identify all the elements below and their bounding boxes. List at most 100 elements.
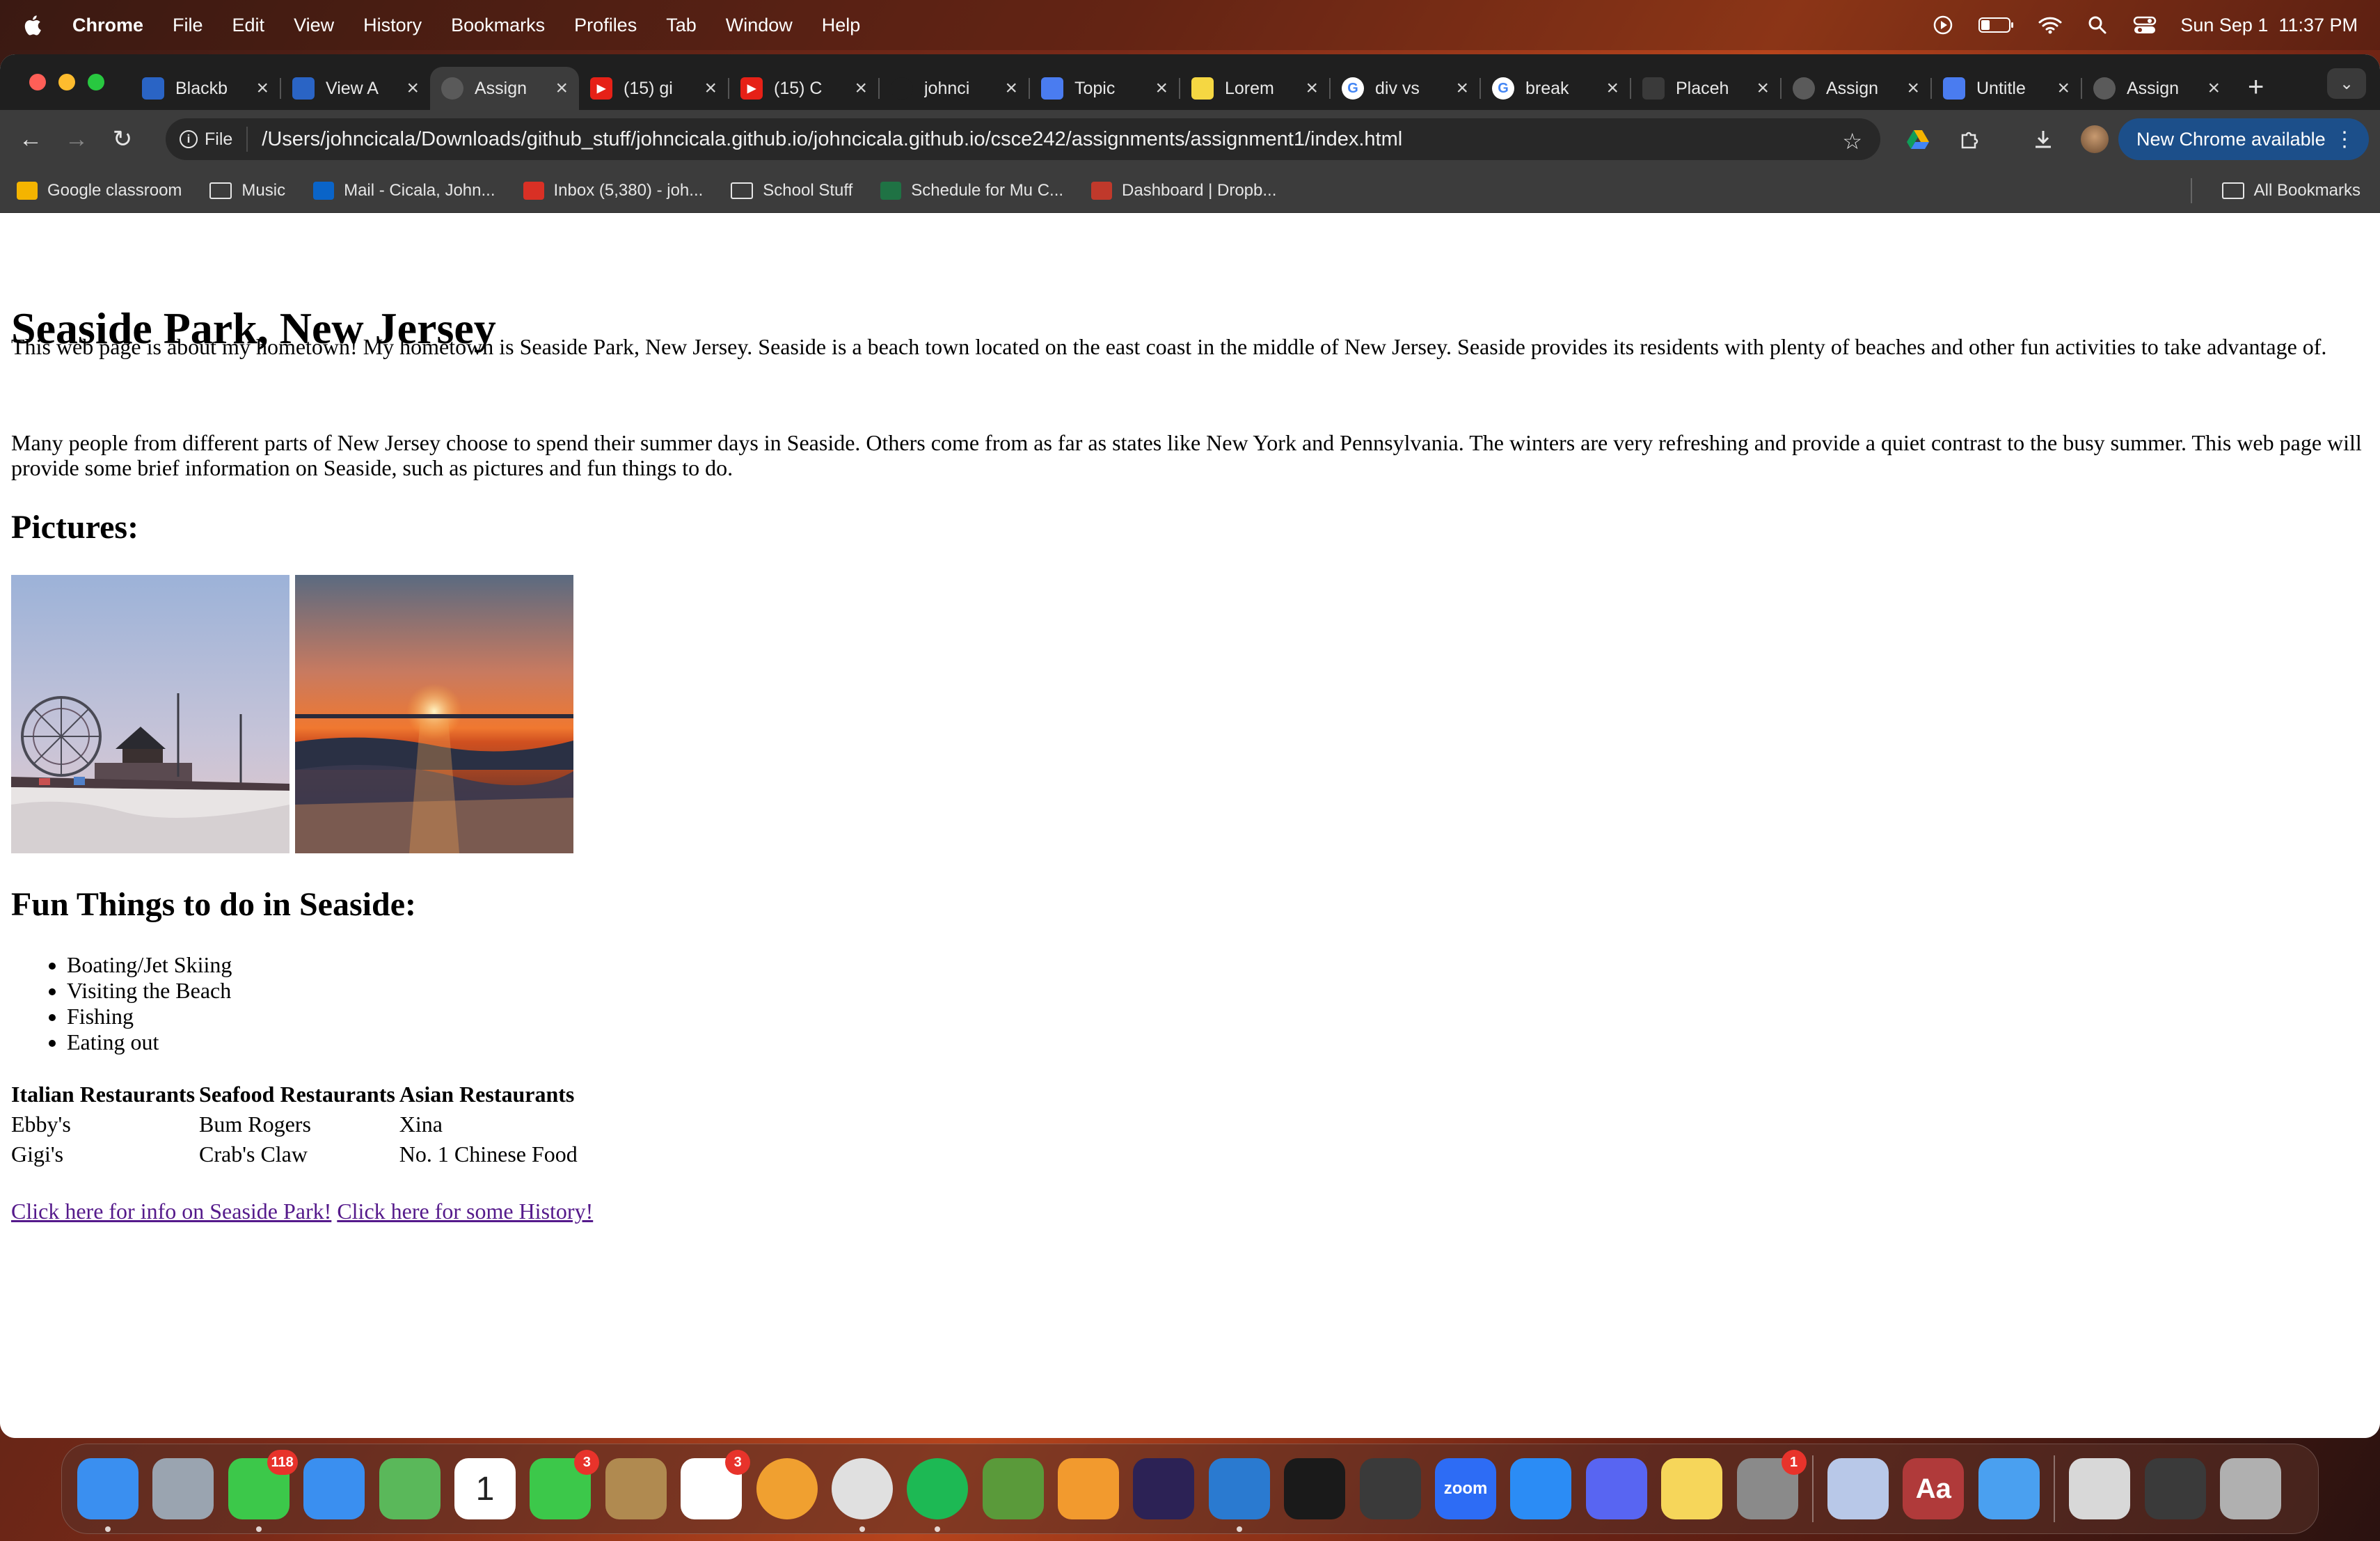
profile-avatar[interactable] (2079, 124, 2110, 155)
facetime-icon[interactable]: 3 (530, 1450, 600, 1519)
play-circle-icon[interactable] (1931, 15, 1955, 35)
bookmark-item[interactable]: Dashboard | Dropb... (1091, 181, 1276, 200)
address-bar[interactable]: i File /Users/johncicala/Downloads/githu… (166, 118, 1880, 160)
extensions-puzzle-icon[interactable] (1954, 124, 1985, 155)
browser-tab[interactable]: Placeh × (1631, 67, 1780, 110)
reminders-icon[interactable]: 3 (681, 1450, 751, 1519)
close-tab-icon[interactable]: × (1606, 77, 1619, 100)
browser-tab[interactable]: Untitle × (1932, 67, 2081, 110)
battery-icon[interactable] (1978, 15, 2015, 35)
menu-file[interactable]: File (173, 15, 203, 36)
spotlight-search-icon[interactable] (2086, 15, 2109, 35)
launchpad-icon[interactable] (152, 1458, 214, 1519)
browser-tab[interactable]: Assign × (2082, 67, 2231, 110)
preview-icon[interactable] (1827, 1458, 1889, 1519)
bookmark-item[interactable]: Music (209, 181, 285, 200)
close-tab-icon[interactable]: × (2207, 77, 2220, 100)
tab-search-button[interactable]: ⌄ (2327, 68, 2366, 99)
mail-icon[interactable] (303, 1458, 365, 1519)
close-tab-icon[interactable]: × (1306, 77, 1318, 100)
site-info-chip[interactable]: i File (180, 127, 248, 152)
browser-tab[interactable]: View A × (281, 67, 430, 110)
menu-tab[interactable]: Tab (666, 15, 697, 36)
close-tab-icon[interactable]: × (1005, 77, 1017, 100)
close-tab-icon[interactable]: × (1907, 77, 1919, 100)
browser-tab[interactable]: Assign × (1782, 67, 1930, 110)
eclipse-icon[interactable] (1133, 1458, 1195, 1519)
finder-icon[interactable] (77, 1458, 138, 1532)
downloads-icon[interactable] (2028, 124, 2058, 155)
forward-button[interactable]: → (61, 124, 92, 155)
browser-tab[interactable]: Assign × (430, 67, 579, 110)
browser-tab[interactable]: Topic × (1030, 67, 1179, 110)
spotify-icon[interactable] (907, 1458, 969, 1532)
menu-help[interactable]: Help (822, 15, 861, 36)
zoom-window-button[interactable] (88, 74, 104, 90)
menu-view[interactable]: View (294, 15, 334, 36)
browser-tab[interactable]: johnci × (880, 67, 1029, 110)
vscode-icon[interactable] (1208, 1458, 1270, 1532)
history-link[interactable]: Click here for some History! (337, 1199, 593, 1224)
game-icon[interactable] (982, 1458, 1044, 1519)
seaside-info-link[interactable]: Click here for info on Seaside Park! (11, 1199, 331, 1224)
control-center-icon[interactable] (2133, 15, 2157, 35)
bookmark-star-icon[interactable]: ☆ (1842, 128, 1862, 155)
back-button[interactable]: ← (15, 124, 46, 155)
minimize-window-button[interactable] (58, 74, 75, 90)
reload-button[interactable]: ↻ (107, 124, 138, 155)
browser-tab[interactable]: Lorem × (1180, 67, 1329, 110)
apple-icon[interactable] (22, 14, 42, 36)
menu-bookmarks[interactable]: Bookmarks (451, 15, 545, 36)
url-text[interactable]: /Users/johncicala/Downloads/github_stuff… (262, 128, 1402, 151)
close-tab-icon[interactable]: × (2057, 77, 2070, 100)
close-tab-icon[interactable]: × (406, 77, 419, 100)
chess-icon[interactable] (1359, 1458, 1421, 1519)
menu-history[interactable]: History (363, 15, 422, 36)
app-store-icon[interactable] (1510, 1458, 1572, 1519)
bookmark-item[interactable]: Inbox (5,380) - joh... (523, 181, 703, 200)
close-window-button[interactable] (29, 74, 46, 90)
browser-tab[interactable]: Blackb × (131, 67, 280, 110)
photos-icon[interactable] (756, 1458, 818, 1519)
all-bookmarks-button[interactable]: All Bookmarks (2221, 181, 2361, 200)
weather-icon[interactable] (1978, 1458, 2040, 1519)
bookmark-item[interactable]: School Stuff (731, 181, 852, 200)
close-tab-icon[interactable]: × (1456, 77, 1468, 100)
menu-window[interactable]: Window (726, 15, 793, 36)
close-tab-icon[interactable]: × (555, 77, 568, 100)
close-tab-icon[interactable]: × (1756, 77, 1769, 100)
browser-tab[interactable]: Gbreak × (1481, 67, 1630, 110)
close-tab-icon[interactable]: × (704, 77, 717, 100)
dictionary-icon[interactable]: Aa (1903, 1458, 1965, 1519)
menu-edit[interactable]: Edit (232, 15, 265, 36)
maps-icon[interactable] (379, 1458, 441, 1519)
browser-tab[interactable]: ▶ (15) C × (729, 67, 878, 110)
bookmark-item[interactable]: Schedule for Mu C... (880, 181, 1063, 200)
new-tab-button[interactable]: + (2248, 72, 2264, 103)
documents-stack-icon[interactable] (2069, 1458, 2131, 1519)
menu-app-name[interactable]: Chrome (72, 15, 143, 36)
messages-icon[interactable]: 118 (228, 1450, 298, 1532)
menubar-clock[interactable]: Sun Sep 1 11:37 PM (2180, 15, 2358, 36)
browser-tab[interactable]: Gdiv vs × (1331, 67, 1479, 110)
wifi-icon[interactable] (2038, 15, 2062, 35)
google-drive-icon[interactable] (1903, 124, 1933, 155)
pages-icon[interactable] (1058, 1458, 1120, 1519)
close-tab-icon[interactable]: × (855, 77, 867, 100)
notes-icon[interactable] (1661, 1458, 1723, 1519)
discord-icon[interactable] (1585, 1458, 1647, 1519)
calendar-icon[interactable]: 1 (454, 1458, 516, 1519)
terminal-icon[interactable] (1284, 1458, 1346, 1519)
downloads-stack-icon[interactable] (2144, 1458, 2206, 1519)
bookmark-item[interactable]: Mail - Cicala, John... (313, 181, 495, 200)
chrome-icon[interactable] (831, 1458, 893, 1532)
browser-tab[interactable]: ▶ (15) gi × (579, 67, 728, 110)
trash-icon[interactable] (2219, 1458, 2281, 1519)
close-tab-icon[interactable]: × (256, 77, 269, 100)
bookmark-item[interactable]: Google classroom (17, 181, 182, 200)
new-chrome-available-button[interactable]: New Chrome available ⋮ (2118, 118, 2369, 160)
menu-profiles[interactable]: Profiles (574, 15, 637, 36)
contacts-icon[interactable] (605, 1458, 667, 1519)
zoom-icon[interactable]: zoom (1435, 1458, 1497, 1519)
system-settings-icon[interactable]: 1 (1736, 1450, 1807, 1519)
